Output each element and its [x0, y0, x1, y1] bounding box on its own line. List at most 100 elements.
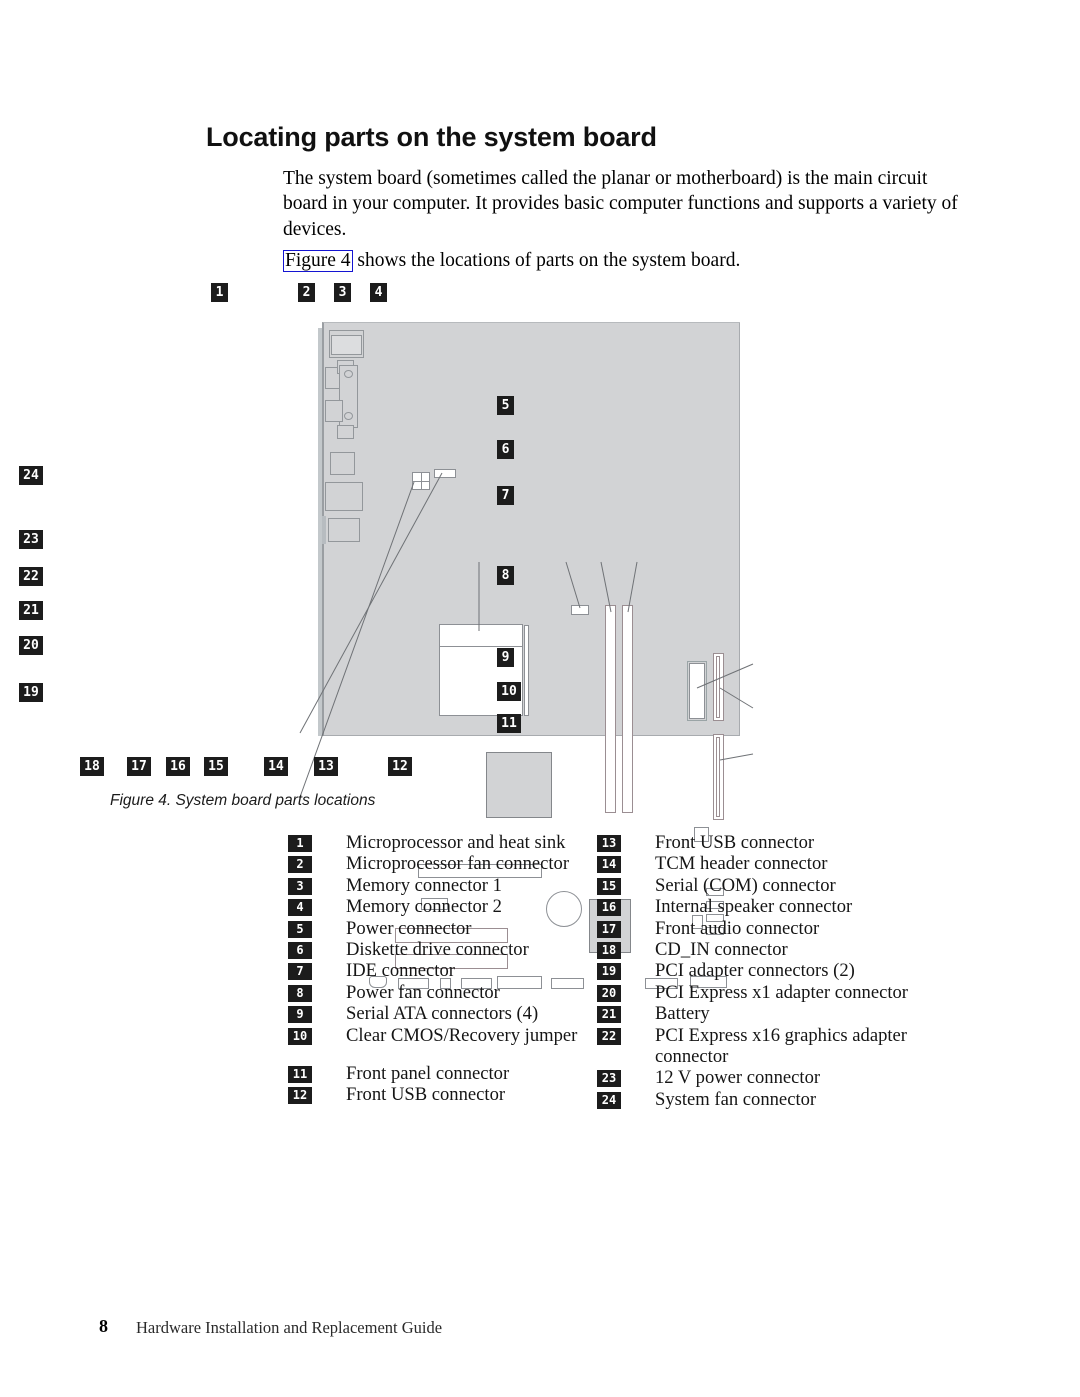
figure-callout-12: 12 [388, 757, 412, 776]
legend-label-13: Front USB connector [655, 832, 815, 853]
system-fan-connector [434, 469, 456, 478]
page-number: 8 [99, 1316, 108, 1336]
io-audio-rail [322, 516, 326, 544]
legend-column-right: 13 Front USB connector 14 TCM header connec… [597, 832, 917, 1110]
figure-callout-15: 15 [204, 757, 228, 776]
figure-callout-10: 10 [497, 682, 521, 701]
legend-number-24: 24 [597, 1091, 621, 1109]
legend-label-5: Power connector [346, 917, 472, 939]
figure-callout-5: 5 [497, 396, 514, 415]
chipset-northbridge [486, 752, 552, 818]
legend-label-12: Front USB connector [346, 1084, 506, 1106]
io-port-screw-bottom [344, 412, 353, 420]
figure-callout-9: 9 [497, 648, 514, 667]
legend-label-23: 12 V power connector [655, 1067, 821, 1089]
figure-callout-17: 17 [127, 757, 151, 776]
legend-row-17: 17 Front audio connector [597, 918, 917, 939]
legend-row-14: 14 TCM header connector [597, 853, 917, 874]
legend-label-3: Memory connector 1 [346, 874, 502, 896]
legend-column-left: 1 Microprocessor and heat sink 2 Microproce… [288, 832, 588, 1106]
legend-row-5: 5 Power connector [288, 918, 588, 939]
ide-connector-inner [716, 737, 720, 817]
legend-number-6: 6 [288, 942, 312, 960]
legend-number-17: 17 [597, 920, 621, 938]
legend-number-4: 4 [288, 899, 312, 917]
legend-row-24: 24 System fan connector [597, 1089, 917, 1110]
legend-number-18: 18 [597, 942, 621, 960]
figure-callout-1: 1 [211, 283, 228, 302]
legend-label-7: IDE connector [346, 960, 455, 982]
io-block-audio [328, 518, 360, 542]
legend-label-20: PCI Express x1 adapter connector [655, 981, 909, 1003]
legend-row-6: 6 Diskette drive connector [288, 939, 588, 960]
figure-callout-23: 23 [19, 530, 43, 549]
legend-label-15: Serial (COM) connector [655, 874, 836, 896]
legend-label-19: PCI adapter connectors (2) [655, 960, 855, 982]
figure-caption: Figure 4. System board parts locations [110, 792, 376, 809]
legend-row-21: 21 Battery [597, 1003, 917, 1024]
system-board-outline [322, 322, 740, 736]
memory-connector-2 [622, 605, 633, 813]
legend-label-17: Front audio connector [655, 917, 820, 939]
io-block-ethernet [330, 452, 355, 475]
legend-label-8: Power fan connector [346, 981, 500, 1003]
legend-number-13: 13 [597, 835, 621, 852]
legend-number-2: 2 [288, 856, 312, 874]
legend-row-22: 22 PCI Express x16 graphics adapter conne… [597, 1025, 917, 1068]
legend-label-14: TCM header connector [655, 853, 828, 875]
legend-row-9: 9 Serial ATA connectors (4) [288, 1003, 588, 1024]
legend-number-1: 1 [288, 835, 312, 852]
page-footer: 8 Hardware Installation and Replacement … [0, 1316, 1080, 1346]
legend-number-8: 8 [288, 984, 312, 1002]
heat-sink-side [524, 625, 529, 716]
legend-number-3: 3 [288, 877, 312, 895]
figure-callout-21: 21 [19, 601, 43, 620]
legend-number-20: 20 [597, 984, 621, 1002]
io-connector-tab-lower [337, 425, 354, 439]
legend-row-11: 11 Front panel connector [288, 1063, 588, 1084]
legend-row-2: 2 Microprocessor fan connector [288, 853, 588, 874]
legend-number-9: 9 [288, 1006, 312, 1024]
legend-row-18: 18 CD_IN connector [597, 939, 917, 960]
legend-number-12: 12 [288, 1087, 312, 1105]
legend-label-21: Battery [655, 1003, 710, 1025]
page-title: Locating parts on the system board [206, 122, 657, 153]
legend-row-15: 15 Serial (COM) connector [597, 875, 917, 896]
io-port-screw-top [344, 370, 353, 378]
memory-connector-1 [605, 605, 616, 813]
legend-number-11: 11 [288, 1066, 312, 1084]
figure-callout-4: 4 [370, 283, 387, 302]
diskette-drive-connector-inner [716, 656, 720, 718]
legend-label-18: CD_IN connector [655, 939, 788, 961]
legend-row-23: 23 12 V power connector [597, 1067, 917, 1088]
legend-label-22: PCI Express x16 graphics adapter connect… [655, 1024, 907, 1068]
legend-label-2: Microprocessor fan connector [346, 853, 570, 875]
figure-callout-20: 20 [19, 636, 43, 655]
figure-callout-24: 24 [19, 466, 43, 485]
legend-label-4: Memory connector 2 [346, 896, 502, 918]
legend-label-6: Diskette drive connector [346, 939, 529, 961]
io-block-usb-stack [325, 482, 363, 511]
legend-number-16: 16 [597, 899, 621, 917]
microprocessor-heat-sink [439, 624, 523, 716]
legend-number-22: 22 [597, 1027, 621, 1045]
legend-label-9: Serial ATA connectors (4) [346, 1003, 539, 1025]
legend-label-10: Clear CMOS/Recovery jumper [346, 1024, 578, 1046]
running-title: Hardware Installation and Replacement Gu… [136, 1318, 443, 1337]
legend-number-15: 15 [597, 877, 621, 895]
legend-number-21: 21 [597, 1006, 621, 1024]
legend-number-10: 10 [288, 1027, 312, 1045]
heat-sink-band [439, 646, 523, 647]
legend-row-12: 12 Front USB connector [288, 1084, 588, 1105]
legend-number-7: 7 [288, 963, 312, 981]
legend-row-10: 10 Clear CMOS/Recovery jumper [288, 1025, 588, 1046]
legend-row-3: 3 Memory connector 1 [288, 875, 588, 896]
figure-callout-16: 16 [166, 757, 190, 776]
power-connector-shell [687, 661, 707, 721]
figure-callout-13: 13 [314, 757, 338, 776]
io-connector-bracket-lower [325, 400, 343, 422]
legend-row-16: 16 Internal speaker connector [597, 896, 917, 917]
figure-callout-22: 22 [19, 567, 43, 586]
system-board-figure: 1 2 3 4 5 6 7 8 9 10 11 12 13 14 15 16 17 18 19 20 21 22 23 24 [0, 260, 1080, 989]
legend-row-8: 8 Power fan connector [288, 982, 588, 1003]
